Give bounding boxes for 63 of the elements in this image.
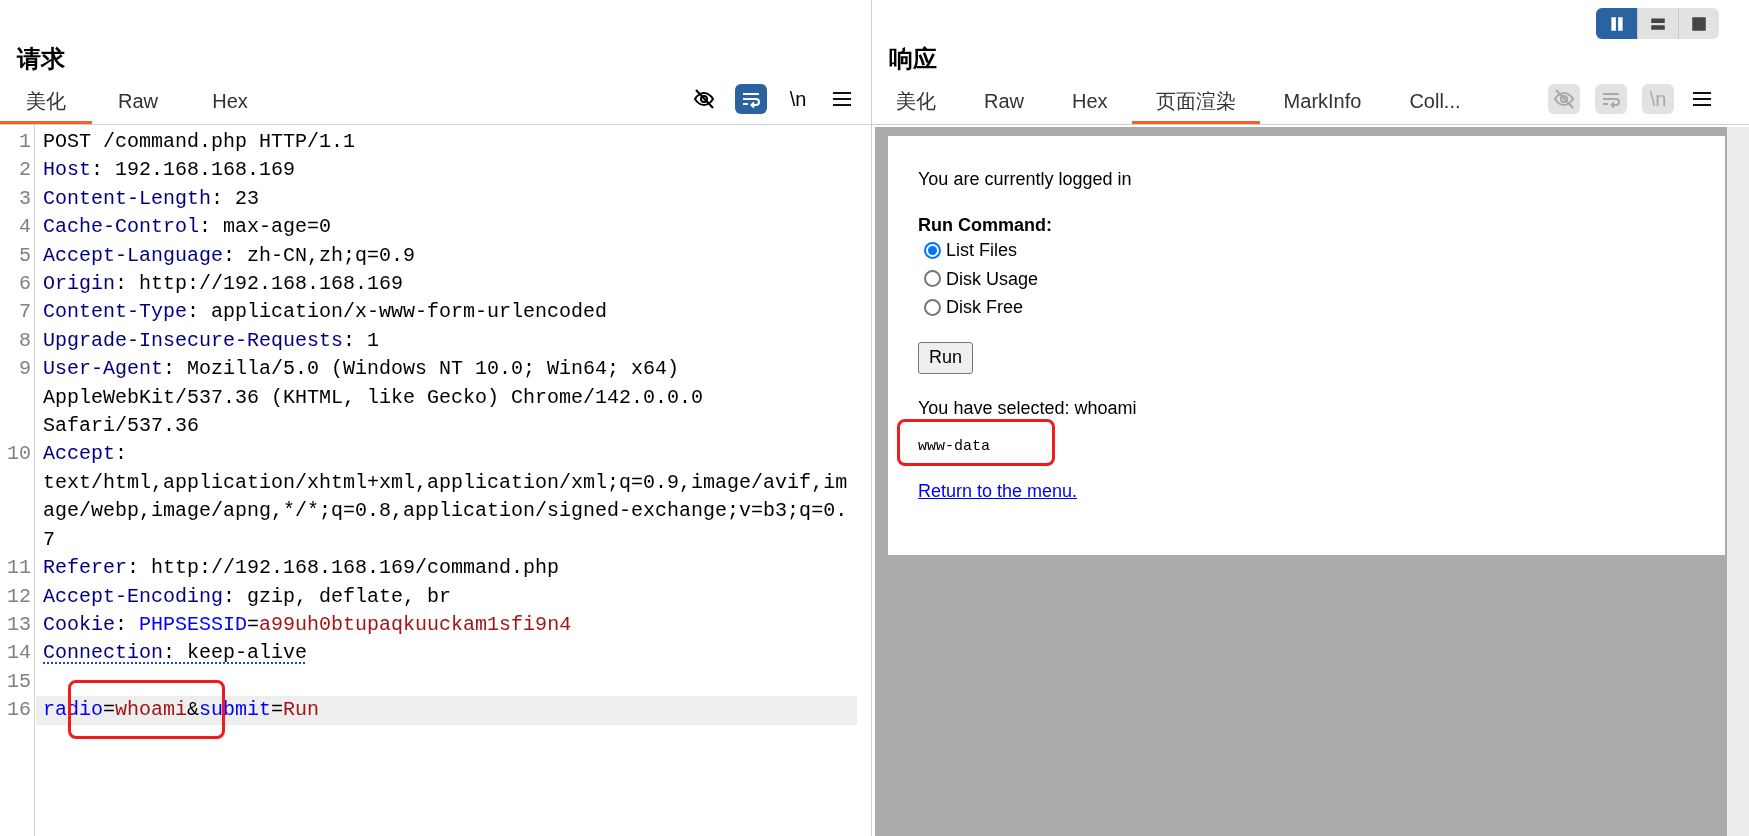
tab[interactable]: Hex <box>1048 80 1132 124</box>
code-line: Accept-Language: zh-CN,zh;q=0.9 <box>42 242 417 269</box>
code-line: Connection: keep-alive <box>42 640 309 667</box>
status-text: You are currently logged in <box>918 168 1132 190</box>
radio-label: List Files <box>946 239 1017 262</box>
tab[interactable]: Raw <box>92 80 184 124</box>
layout-button[interactable] <box>1596 8 1637 39</box>
code-line: Content-Length: 23 <box>42 185 261 212</box>
single-pane-icon <box>1690 14 1708 33</box>
code-line: Host: 192.168.168.169 <box>42 157 297 184</box>
menu-icon[interactable] <box>1692 91 1712 107</box>
code-line: Origin: http://192.168.168.169 <box>42 271 405 298</box>
tab[interactable]: MarkInfo <box>1259 80 1386 124</box>
code-line: Cache-Control: max-age=0 <box>42 214 333 241</box>
panel-title: 请求 <box>17 44 65 74</box>
radio-button[interactable] <box>924 298 941 316</box>
line-number: 13 <box>6 611 32 638</box>
line-number: 1 <box>18 129 32 155</box>
line-number: 15 <box>6 668 32 695</box>
command-output: www-data <box>918 437 990 456</box>
line-number: 2 <box>18 157 32 184</box>
line-number: 9 <box>18 356 32 383</box>
radio-button[interactable] <box>924 241 941 259</box>
code-line: Cookie: PHPSESSID=a99uh0btupaqkuuckam1sfi9n4 <box>42 611 573 638</box>
line-number: 4 <box>18 214 32 241</box>
line-number: 16 <box>6 697 32 724</box>
code-line: Content-Type: application/x-www-form-urlencoded <box>42 299 609 326</box>
toggle-button[interactable] <box>735 84 767 114</box>
tab[interactable]: 页面渲染 <box>1131 80 1260 124</box>
line-number: 3 <box>18 185 32 212</box>
line-number: 11 <box>6 555 32 582</box>
line-number: 6 <box>18 271 32 298</box>
line-number: 14 <box>6 640 32 667</box>
line-number: 8 <box>18 327 32 354</box>
layout-button[interactable] <box>1678 8 1719 39</box>
tab[interactable]: Hex <box>184 80 276 124</box>
tab[interactable]: Coll... <box>1385 80 1485 124</box>
selection-text: You have selected: whoami <box>918 396 1137 419</box>
tab[interactable]: 美化 <box>0 80 92 124</box>
menu-icon[interactable] <box>832 91 852 107</box>
layout-button[interactable] <box>1637 8 1678 39</box>
code-line: Referer: http://192.168.168.169/command.php <box>42 555 561 582</box>
eye-slash-icon <box>692 87 716 111</box>
panel-title: 响应 <box>889 44 937 74</box>
code-line: POST /command.php HTTP/1.1 <box>42 129 357 155</box>
tab[interactable]: 美化 <box>872 80 960 124</box>
newline-toggle[interactable]: \n <box>782 84 814 114</box>
run-button[interactable]: Run <box>918 341 974 374</box>
radio-label: Disk Usage <box>946 267 1039 290</box>
line-number: 12 <box>6 583 32 610</box>
code-line: Accept-Encoding: gzip, deflate, br <box>42 583 453 610</box>
radio-button[interactable] <box>924 270 941 288</box>
radio-label: Disk Free <box>946 296 1023 319</box>
menu-link[interactable]: Return to the menu. <box>918 479 1078 502</box>
line-number: 5 <box>18 242 32 269</box>
code-line: Accept: text/html,application/xhtml+xml,application/xml;q=0.9,image/avif,image/webp,image/apng,*/*;q=0.8,application/signed-exchange;v=b3;q=0.7 <box>42 441 849 553</box>
eye-slash-icon <box>1552 87 1576 111</box>
tab[interactable]: Raw <box>960 80 1048 124</box>
code-line: User-Agent: Mozilla/5.0 (Windows NT 10.0; Win64; x64) AppleWebKit/537.36 (KHTML, like Gecko) Chrome/142.0.0.0 Safari/537.36 <box>42 356 705 440</box>
line-number: 7 <box>18 299 32 326</box>
code-line: Upgrade-Insecure-Requests: 1 <box>42 327 381 354</box>
line-number: 10 <box>6 441 32 468</box>
form-label: Run Command: <box>918 214 1052 236</box>
